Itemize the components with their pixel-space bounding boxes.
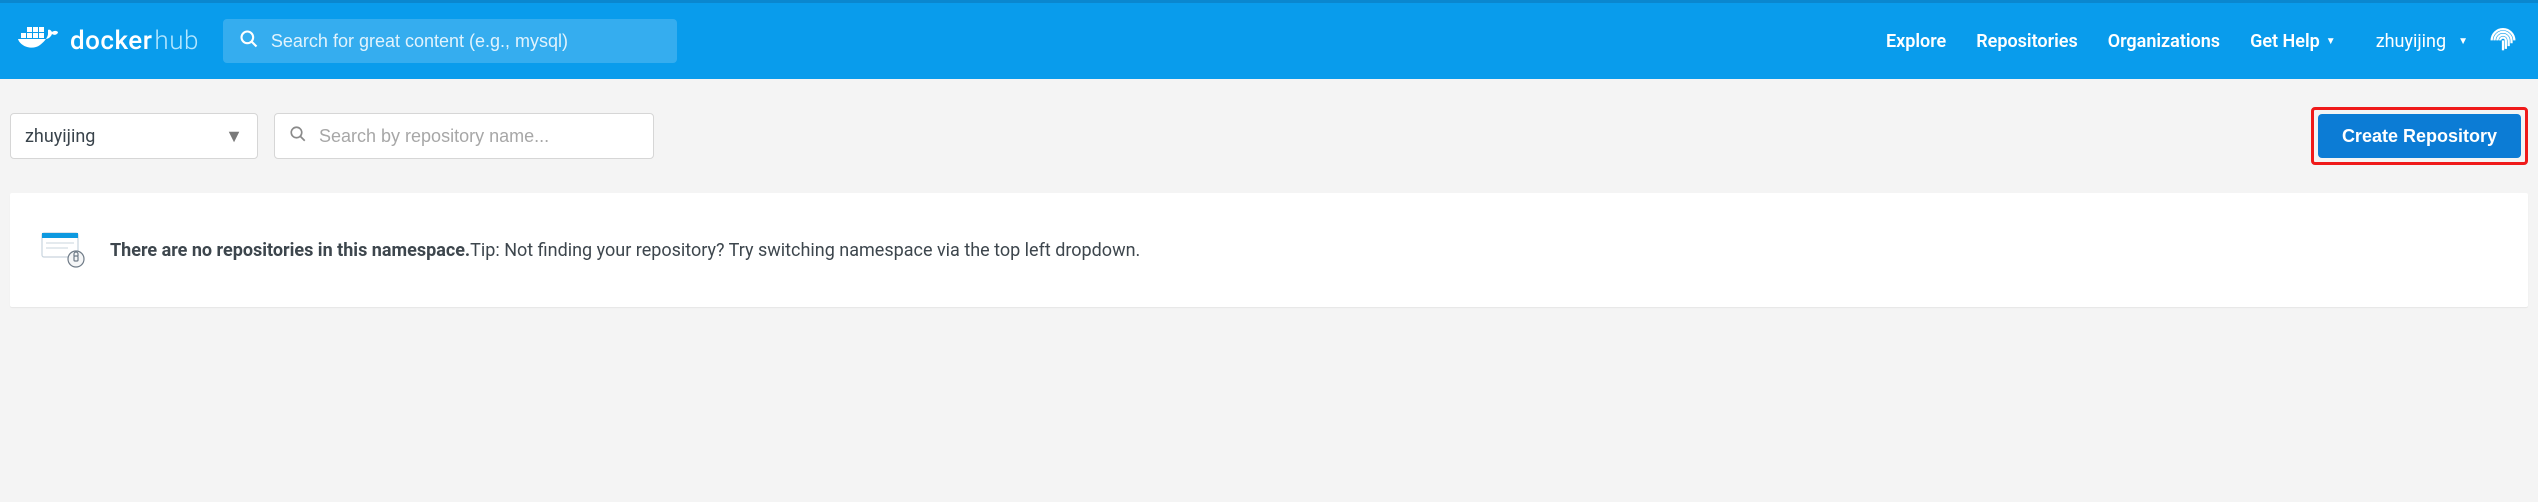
repo-search[interactable] [274, 113, 654, 159]
repo-search-input[interactable] [319, 126, 639, 147]
empty-state-text: There are no repositories in this namesp… [110, 240, 1140, 261]
namespace-select[interactable]: zhuyijing ▼ [10, 113, 258, 159]
username: zhuyijing [2376, 31, 2446, 52]
empty-repo-icon [38, 223, 88, 277]
search-icon [239, 29, 259, 53]
nav-explore[interactable]: Explore [1886, 31, 1946, 52]
fingerprint-icon [2486, 22, 2520, 60]
create-repo-highlight: Create Repository [2311, 107, 2528, 165]
user-menu[interactable]: zhuyijing ▼ [2376, 22, 2520, 60]
caret-down-icon: ▼ [2458, 36, 2468, 47]
search-icon [289, 125, 307, 147]
empty-state-heading: There are no repositories in this namesp… [110, 240, 470, 261]
caret-down-icon: ▼ [2326, 36, 2336, 47]
docker-logo[interactable]: dockerhub [18, 22, 199, 61]
empty-state-panel: There are no repositories in this namesp… [10, 193, 2528, 307]
global-search[interactable] [223, 19, 677, 63]
docker-whale-icon [18, 22, 62, 61]
chevron-down-icon: ▼ [225, 126, 243, 147]
logo-text-docker: docker [70, 26, 152, 56]
nav-repositories[interactable]: Repositories [1976, 31, 2077, 52]
nav-get-help[interactable]: Get Help ▼ [2250, 31, 2336, 52]
nav-organizations[interactable]: Organizations [2108, 31, 2220, 52]
primary-nav: Explore Repositories Organizations Get H… [1886, 22, 2520, 60]
logo-text-hub: hub [154, 26, 199, 56]
empty-state-tip: Tip: Not finding your repository? Try sw… [470, 240, 1140, 261]
create-repository-button[interactable]: Create Repository [2318, 114, 2521, 158]
repo-toolbar: zhuyijing ▼ Create Repository [0, 79, 2538, 165]
top-nav: dockerhub Explore Repositories Organizat… [0, 0, 2538, 79]
namespace-value: zhuyijing [25, 126, 95, 147]
global-search-input[interactable] [271, 31, 661, 52]
